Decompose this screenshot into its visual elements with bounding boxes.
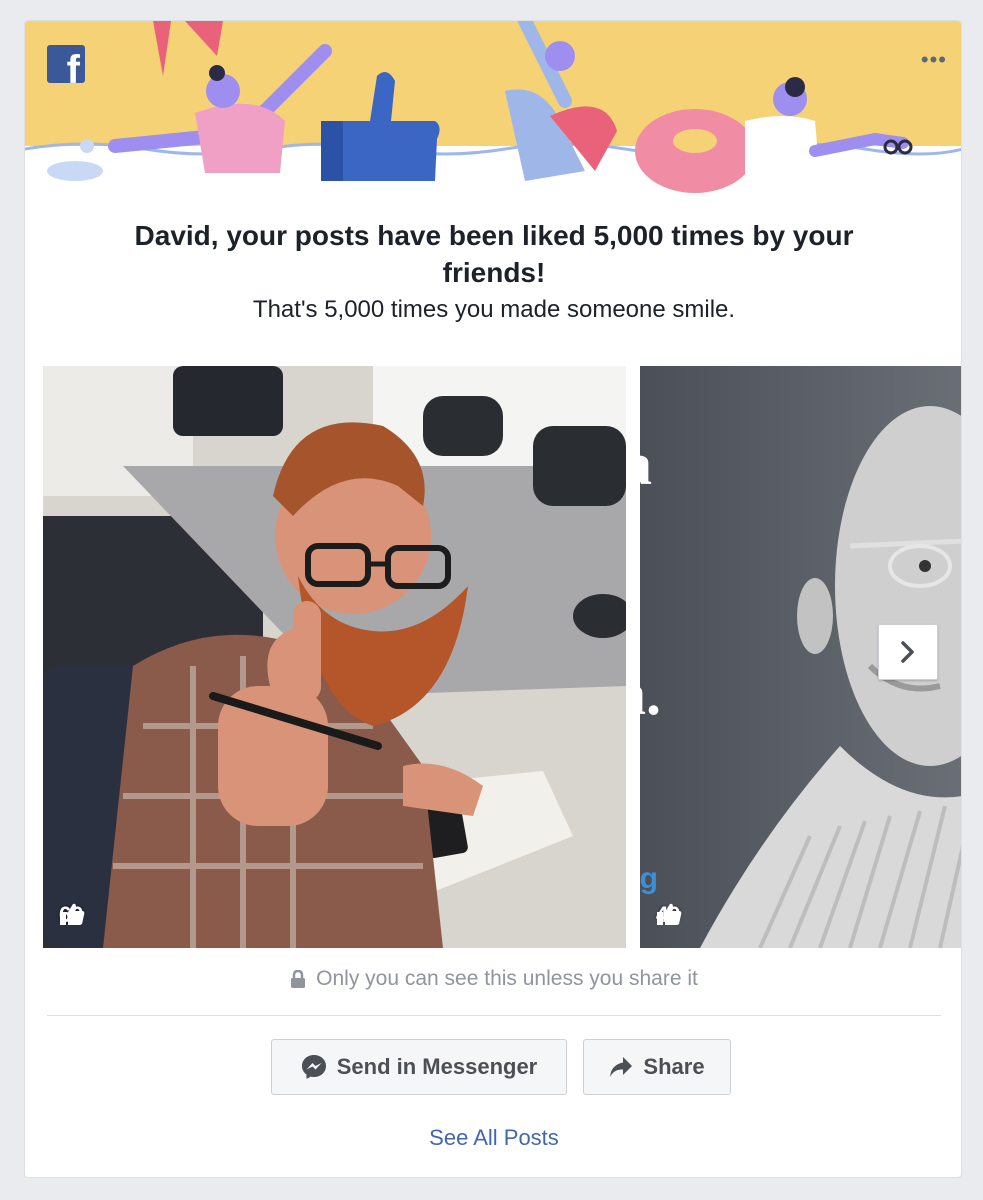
photo-2-overlay-letter: a	[640, 434, 652, 494]
share-arrow-icon	[610, 1057, 633, 1077]
card-subline: That's 5,000 times you made someone smil…	[252, 296, 736, 323]
chevron-right-icon	[901, 641, 914, 663]
carousel-next-button[interactable]	[878, 624, 938, 680]
photo-2-overlay-letter: a.	[640, 661, 661, 727]
send-in-messenger-button[interactable]: Send in Messenger	[271, 1039, 567, 1095]
likes-count-1: 60	[59, 902, 85, 928]
privacy-notice: Only you can see this unless you share i…	[25, 967, 961, 991]
messenger-icon	[301, 1055, 326, 1079]
post-photo-1[interactable]: 60	[43, 366, 626, 948]
privacy-text: Only you can see this unless you share i…	[316, 967, 698, 990]
card-headline: David, your posts have been liked 5,000 …	[134, 220, 854, 288]
see-all-posts-link[interactable]: See All Posts	[25, 1125, 961, 1151]
likes-count-2: 40	[656, 902, 682, 928]
facebook-logo-icon: f	[47, 45, 85, 83]
thumbs-up-icon	[60, 903, 85, 925]
photo-1-image	[43, 366, 626, 948]
banner-illustration	[25, 21, 961, 196]
lock-icon	[291, 970, 306, 988]
share-label: Share	[643, 1054, 705, 1079]
photo-2-overlay-letter: rg	[640, 862, 658, 895]
thumbs-up-icon	[657, 903, 682, 925]
divider	[47, 1015, 941, 1016]
share-button[interactable]: Share	[583, 1039, 731, 1095]
more-options-icon[interactable]: •••	[921, 49, 947, 71]
memory-card: f ••• David, your posts have been liked …	[24, 20, 962, 1178]
celebration-banner: f •••	[25, 21, 961, 196]
send-in-messenger-label: Send in Messenger	[336, 1054, 538, 1079]
